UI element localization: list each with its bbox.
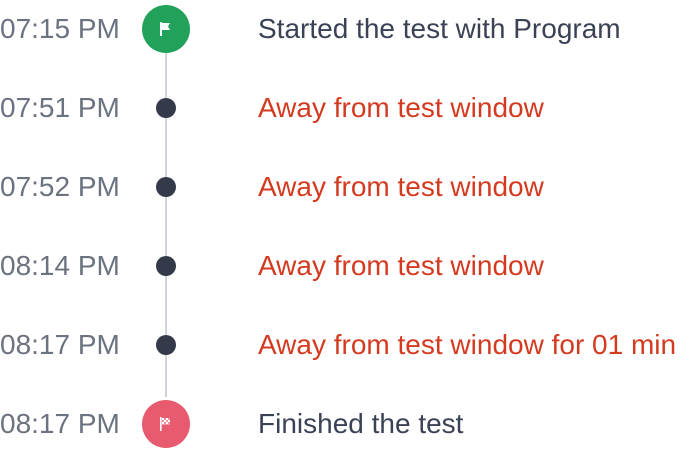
event-text: Away from test window [258,171,544,202]
event-time: 08:17 PM [0,408,120,439]
event-text: Away from test window [258,92,544,123]
timeline-event-finish: 08:17 PM Finished the test [0,400,699,448]
checkered-flag-icon [142,400,190,448]
event-text: Away from test window [258,250,544,281]
timeline-event-away-1: 07:51 PM Away from test window [0,84,699,132]
event-text: Away from test window for 01 min [258,329,677,360]
event-text: Started the test with Program [258,13,621,44]
dot-icon [156,256,176,276]
activity-timeline: 07:15 PM Started the test with Program 0… [0,0,699,451]
event-time: 07:15 PM [0,13,120,44]
dot-icon [156,177,176,197]
event-text: Finished the test [258,408,464,439]
dot-icon [156,335,176,355]
timeline-event-away-3: 08:14 PM Away from test window [0,242,699,290]
dot-icon [156,98,176,118]
event-time: 07:52 PM [0,171,120,202]
event-time: 08:14 PM [0,250,120,281]
timeline-event-away-2: 07:52 PM Away from test window [0,163,699,211]
timeline-event-away-4: 08:17 PM Away from test window for 01 mi… [0,321,699,369]
event-time: 07:51 PM [0,92,120,123]
timeline-event-start: 07:15 PM Started the test with Program [0,5,699,53]
flag-icon [142,5,190,53]
event-time: 08:17 PM [0,329,120,360]
